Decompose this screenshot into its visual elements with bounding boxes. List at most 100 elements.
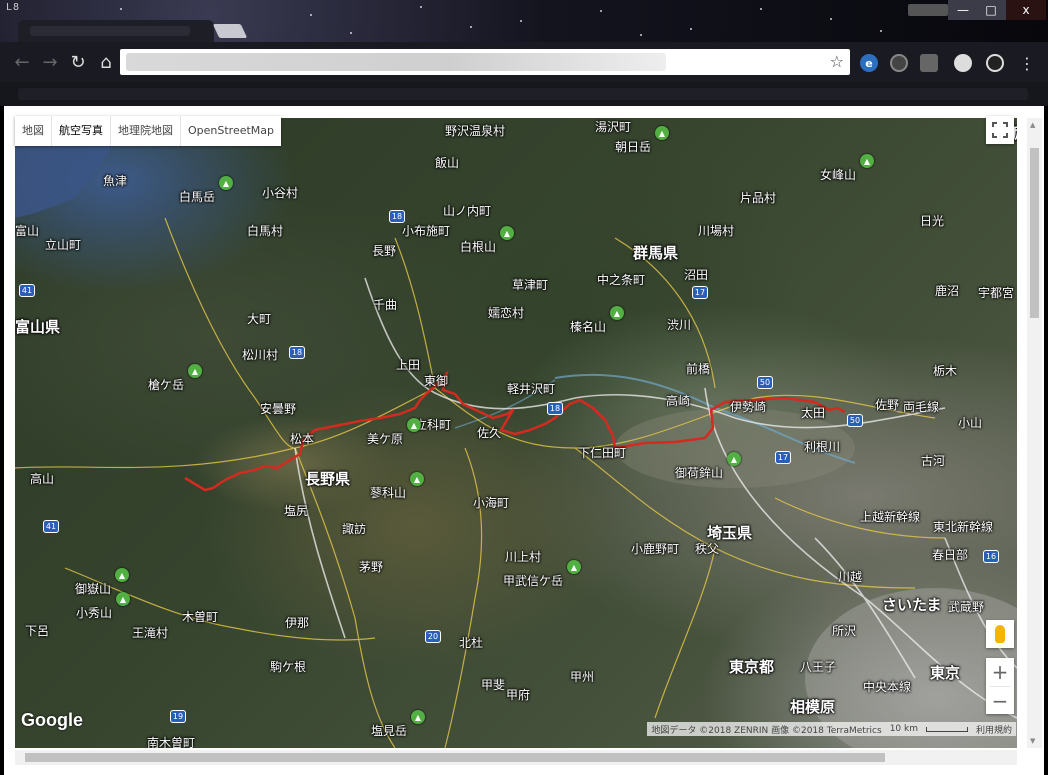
route-number-badge: 50 [757, 376, 773, 389]
map-type-control: 地図 航空写真 地理院地図 OpenStreetMap [15, 116, 282, 146]
place-label: 東御 [424, 374, 449, 388]
forward-icon[interactable]: → [38, 50, 62, 74]
profile-button[interactable] [908, 4, 948, 16]
vertical-scrollbar[interactable]: ▲ ▼ [1027, 118, 1042, 748]
place-label: 甲州 [570, 670, 595, 684]
place-label: 沼田 [684, 268, 709, 282]
place-label: 槍ケ岳 [148, 378, 185, 392]
place-label: 東京都 [729, 658, 775, 676]
place-label: 千曲 [373, 298, 398, 312]
map-type-map-button[interactable]: 地図 [15, 116, 52, 146]
map-attribution: 地図データ ©2018 ZENRIN 画像 ©2018 TerraMetrics… [647, 722, 1016, 736]
place-label: 佐野 [875, 398, 900, 412]
browser-menu-icon[interactable]: ⋮ [1018, 54, 1036, 73]
street-view-pegman[interactable] [986, 620, 1014, 648]
place-label: 両毛線 [903, 400, 940, 414]
satellite-map[interactable]: 野沢温泉村 湯沢町 ▲ 朝日岳 魚津 ▲ 白馬岳 小谷村 飯山 山ノ内町 片品村 ▲ 女峰山 日光 富山 立山… [15, 118, 1017, 748]
browser-titlebar: L8 — □ x [0, 0, 1048, 42]
route-number-badge: 17 [692, 286, 708, 299]
extension-gauge-icon[interactable] [986, 54, 1004, 72]
place-label: 春日部 [932, 548, 969, 562]
route-number-badge: 18 [289, 346, 305, 359]
pegman-icon [995, 625, 1005, 643]
minimize-button[interactable]: — [948, 0, 978, 20]
peak-icon: ▲ [115, 568, 129, 582]
place-label: 蓼科山 [370, 486, 407, 500]
place-label: 白馬岳 [179, 190, 216, 204]
scroll-down-icon[interactable]: ▼ [1030, 737, 1035, 745]
place-label: 群馬県 [633, 244, 679, 262]
place-label: 佐久 [477, 426, 502, 440]
reload-icon[interactable]: ↻ [66, 50, 90, 74]
place-label: 古河 [921, 454, 946, 468]
scale-bar [925, 726, 968, 732]
place-label: 山ノ内町 [443, 204, 492, 218]
new-tab-button[interactable] [212, 24, 248, 38]
map-type-osm-button[interactable]: OpenStreetMap [181, 116, 281, 146]
place-label: 長野 [372, 244, 397, 258]
terms-link[interactable]: 利用規約 [976, 723, 1012, 736]
home-icon[interactable]: ⌂ [94, 50, 118, 74]
place-label: さいたま [882, 596, 942, 614]
fullscreen-button[interactable] [986, 116, 1014, 144]
place-label: 小布施町 [402, 224, 451, 238]
place-label: 駒ケ根 [270, 660, 307, 674]
browser-tab[interactable] [18, 20, 214, 42]
place-label: 伊勢崎 [730, 400, 767, 414]
zoom-in-button[interactable]: + [986, 658, 1014, 686]
place-label: 朝日岳 [615, 140, 652, 154]
map-type-satellite-button[interactable]: 航空写真 [52, 116, 111, 146]
scroll-up-icon[interactable]: ▲ [1030, 121, 1035, 129]
place-label: 東北新幹線 [933, 520, 994, 534]
horizontal-scroll-thumb[interactable] [25, 753, 885, 762]
route-number-badge: 18 [547, 402, 563, 415]
peak-icon: ▲ [410, 472, 424, 486]
peak-icon: ▲ [860, 154, 874, 168]
address-bar[interactable]: ☆ [120, 49, 850, 75]
peak-icon: ▲ [500, 226, 514, 240]
route-number-badge: 41 [19, 284, 35, 297]
window-badge: L8 [6, 2, 21, 13]
place-label: 片品村 [740, 191, 777, 205]
bookmark-star-icon[interactable]: ☆ [830, 52, 844, 71]
place-label: 草津町 [512, 278, 549, 292]
place-label: 下呂 [25, 624, 50, 638]
place-label: 鹿沼 [935, 284, 960, 298]
place-label: 飯山 [435, 156, 460, 170]
route-number-badge: 41 [43, 520, 59, 533]
place-label: 富山 [15, 224, 40, 238]
place-label: 塩見岳 [371, 724, 408, 738]
place-label: 塩尻 [284, 504, 309, 518]
peak-icon: ▲ [727, 452, 741, 466]
place-label: 長野県 [305, 470, 351, 488]
place-label: 御嶽山 [75, 582, 112, 596]
place-label: 茅野 [359, 560, 384, 574]
route-number-badge: 20 [425, 630, 441, 643]
place-label: 川場村 [698, 224, 735, 238]
extension-square-icon[interactable] [920, 54, 938, 72]
extension-circle-icon[interactable] [890, 54, 908, 72]
vertical-scroll-thumb[interactable] [1030, 148, 1039, 318]
place-label: 湯沢町 [595, 120, 632, 134]
extension-e-icon[interactable]: e [860, 54, 878, 72]
place-label: 白馬村 [247, 224, 284, 238]
route-number-badge: 16 [983, 550, 999, 563]
place-label: 木曽町 [182, 610, 219, 624]
address-blurred [126, 53, 666, 71]
place-label: 安曇野 [260, 402, 297, 416]
zoom-out-button[interactable]: − [986, 687, 1014, 715]
place-label: 南木曽町 [147, 736, 196, 748]
close-button[interactable]: x [1006, 0, 1046, 20]
place-label: 小鹿野町 [631, 542, 680, 556]
map-type-gsi-button[interactable]: 地理院地図 [111, 116, 181, 146]
peak-icon: ▲ [116, 592, 130, 606]
place-label: 小谷村 [262, 186, 299, 200]
back-icon[interactable]: ← [10, 50, 34, 74]
peak-icon: ▲ [655, 126, 669, 140]
scale-label: 10 km [889, 724, 918, 734]
place-label: 松本 [290, 432, 315, 446]
maximize-button[interactable]: □ [976, 0, 1006, 20]
horizontal-scrollbar[interactable] [15, 750, 1017, 765]
route-number-badge: 17 [775, 451, 791, 464]
extension-dot-icon[interactable] [954, 54, 972, 72]
